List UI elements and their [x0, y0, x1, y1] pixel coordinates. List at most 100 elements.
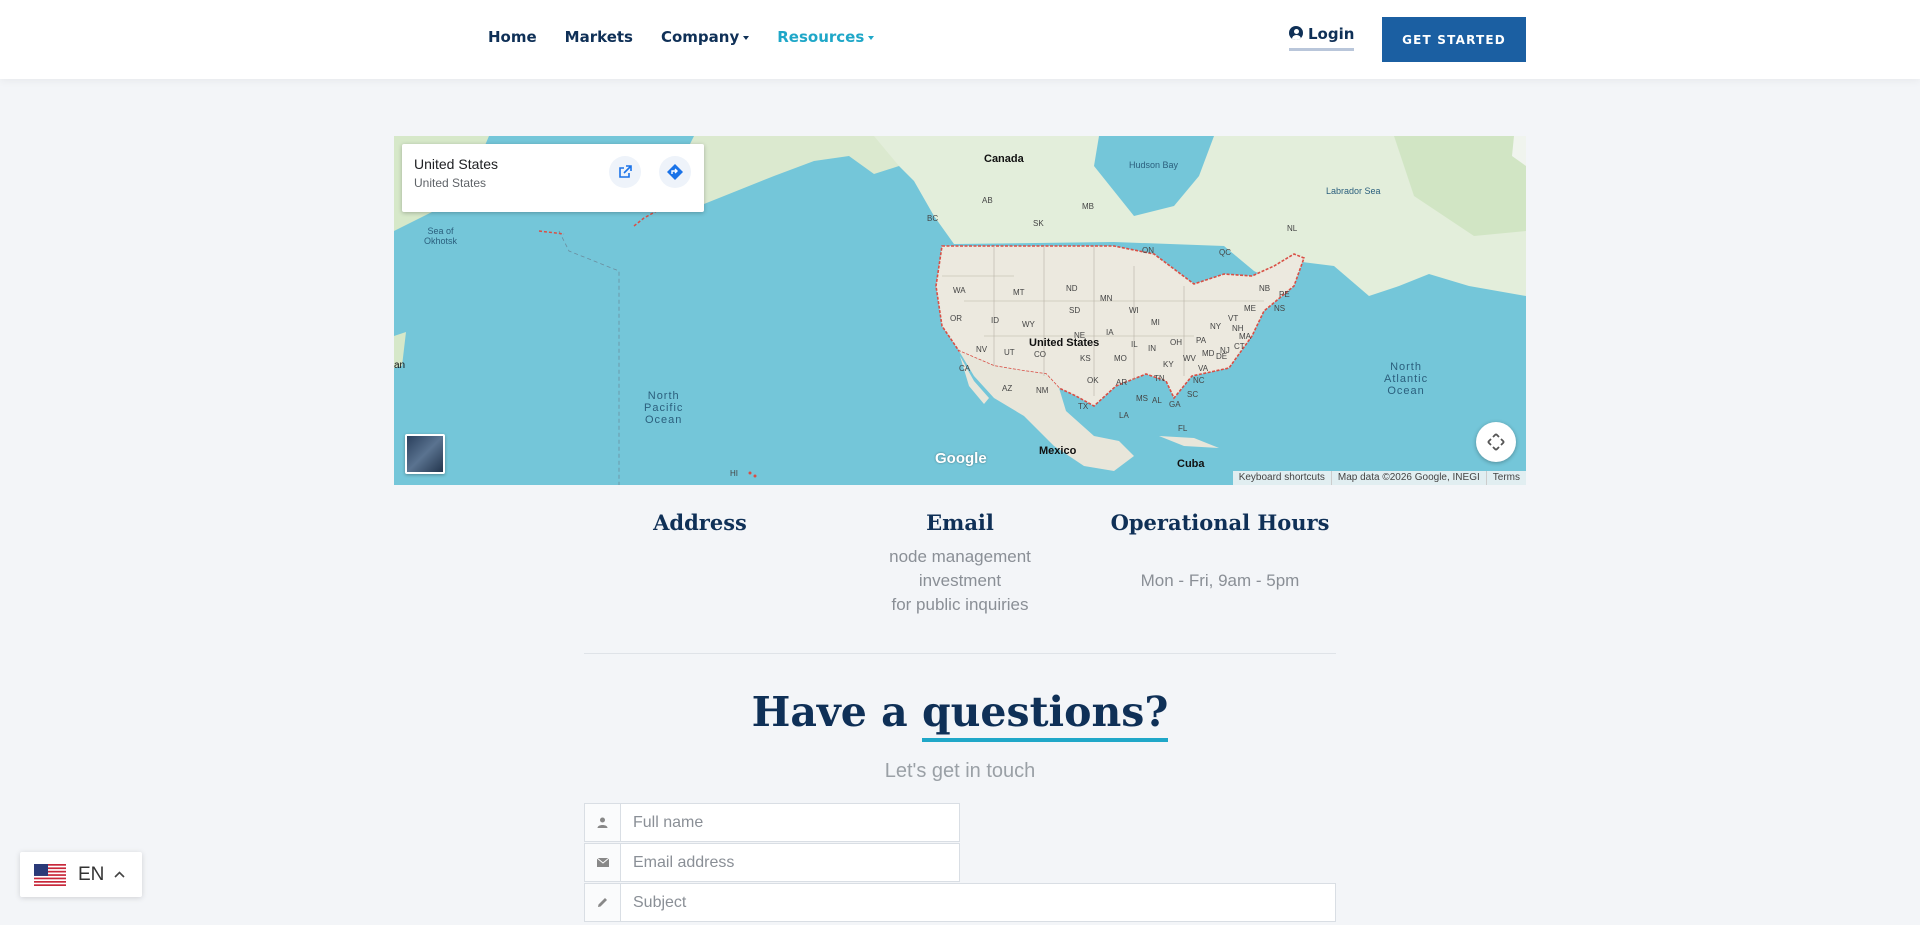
caret-down-icon — [868, 35, 875, 40]
embedded-map[interactable]: Canada Hudson Bay Labrador Sea Sea of Ok… — [394, 136, 1526, 485]
map-label-mexico: Mexico — [1039, 445, 1077, 457]
nav-resources[interactable]: Resources — [777, 28, 875, 46]
map-label-mn: MN — [1100, 294, 1113, 303]
contact-heading: Have a questions? — [0, 688, 1920, 742]
map-label-nl: NL — [1287, 224, 1298, 233]
directions-button[interactable] — [659, 156, 691, 188]
user-circle-icon — [1289, 26, 1303, 40]
map-label-ca: CA — [959, 364, 971, 373]
nav-company[interactable]: Company — [661, 28, 750, 46]
map-attribution: Keyboard shortcuts Map data ©2026 Google… — [1232, 471, 1526, 485]
map-label-ne: NE — [1074, 331, 1086, 340]
map-label-co: CO — [1034, 350, 1046, 359]
map-label-ar: AR — [1116, 378, 1128, 387]
get-started-button[interactable]: GET STARTED — [1382, 17, 1526, 62]
email-line: for public inquiries — [891, 595, 1029, 614]
envelope-icon — [585, 844, 621, 881]
map-label-ut: UT — [1004, 348, 1015, 357]
map-label-nc: NC — [1193, 376, 1205, 385]
map-label-vt: VT — [1228, 314, 1239, 323]
map-label-bc: BC — [927, 214, 939, 223]
map-label-de: DE — [1216, 352, 1228, 361]
map-label-ga: GA — [1169, 400, 1181, 409]
language-switcher[interactable]: EN — [20, 852, 142, 897]
us-flag-icon — [34, 863, 66, 886]
map-label-az: AZ — [1002, 384, 1013, 393]
hours-title: Operational Hours — [1110, 510, 1330, 535]
map-label-wi: WI — [1129, 306, 1139, 315]
map-label-al: AL — [1152, 396, 1162, 405]
map-label-sea-of-okhotsk: Sea of Okhotsk — [424, 226, 458, 246]
nav-markets[interactable]: Markets — [565, 28, 633, 46]
email-input[interactable] — [621, 844, 959, 881]
map-label-in: IN — [1148, 344, 1156, 353]
map-label-il: IL — [1131, 340, 1138, 349]
map-label-nm: NM — [1036, 386, 1049, 395]
map-label-pa: PA — [1196, 336, 1207, 345]
map-label-ns: NS — [1274, 304, 1286, 313]
map-label-pe: PE — [1279, 290, 1290, 299]
directions-icon — [667, 164, 683, 180]
map-label-nv: NV — [976, 345, 988, 354]
map-label-cuba: Cuba — [1177, 458, 1205, 470]
map-label-va: VA — [1198, 364, 1209, 373]
map-label-ks: KS — [1080, 354, 1091, 363]
login-link[interactable]: Login — [1289, 25, 1355, 51]
map-label-qc: QC — [1219, 248, 1231, 257]
map-label-me: ME — [1244, 304, 1256, 313]
nav-home[interactable]: Home — [488, 28, 537, 46]
map-label-sc: SC — [1187, 390, 1199, 399]
heading-prefix: Have a — [751, 688, 908, 736]
terms-link[interactable]: Terms — [1485, 471, 1526, 485]
map-label-on: ON — [1142, 246, 1154, 255]
email-lines: node management investment for public in… — [840, 545, 1080, 617]
pencil-icon — [585, 884, 621, 921]
map-label-ky: KY — [1163, 360, 1174, 369]
map-label-fl: FL — [1178, 424, 1188, 433]
open-in-maps-button[interactable] — [609, 156, 641, 188]
map-label-japan-fragment: an — [394, 360, 406, 371]
map-label-ct: CT — [1234, 342, 1245, 351]
full-name-input[interactable] — [621, 804, 959, 841]
email-line: node management — [889, 547, 1031, 566]
map-label-tn: TN — [1154, 374, 1165, 383]
fullscreen-icon — [1487, 433, 1505, 451]
map-label-sk: SK — [1033, 219, 1044, 228]
nav-resources-label: Resources — [777, 28, 865, 46]
satellite-layer-toggle[interactable] — [405, 434, 445, 474]
map-label-north-pacific: North Pacific Ocean — [644, 390, 684, 426]
map-label-ms: MS — [1136, 394, 1148, 403]
subject-field — [584, 883, 1336, 922]
map-label-north-atlantic: North Atlantic Ocean — [1384, 361, 1429, 397]
map-label-mt: MT — [1013, 288, 1025, 297]
keyboard-shortcuts-link[interactable]: Keyboard shortcuts — [1233, 471, 1331, 485]
map-label-or: OR — [950, 314, 962, 323]
language-code: EN — [78, 863, 105, 885]
map-label-oh: OH — [1170, 338, 1182, 347]
map-label-md: MD — [1202, 349, 1215, 358]
map-label-sd: SD — [1069, 306, 1081, 315]
map-label-wy: WY — [1022, 320, 1035, 329]
contact-subtitle: Let's get in touch — [884, 760, 1036, 782]
fullscreen-button[interactable] — [1476, 422, 1516, 462]
map-label-canada: Canada — [984, 153, 1024, 165]
email-title: Email — [926, 510, 994, 535]
section-divider — [584, 653, 1336, 654]
map-label-mo: MO — [1114, 354, 1127, 363]
email-field — [584, 843, 960, 882]
main-nav: Home Markets Company Resources — [488, 28, 875, 46]
place-title: United States — [414, 156, 499, 172]
map-label-la: LA — [1119, 411, 1129, 420]
heading-highlight: questions? — [921, 688, 1169, 742]
map-label-id: ID — [991, 316, 999, 325]
subject-input[interactable] — [621, 884, 1335, 921]
caret-down-icon — [743, 35, 750, 40]
google-logo: Google — [935, 450, 987, 467]
map-label-ab: AB — [982, 196, 993, 205]
place-subtitle: United States — [414, 176, 487, 190]
top-navigation-bar: Home Markets Company Resources Login GET… — [0, 0, 1920, 79]
map-label-nb: NB — [1259, 284, 1271, 293]
place-info-card: United States United States — [402, 144, 704, 212]
map-label-nd: ND — [1066, 284, 1078, 293]
email-line: investment — [918, 571, 1002, 590]
